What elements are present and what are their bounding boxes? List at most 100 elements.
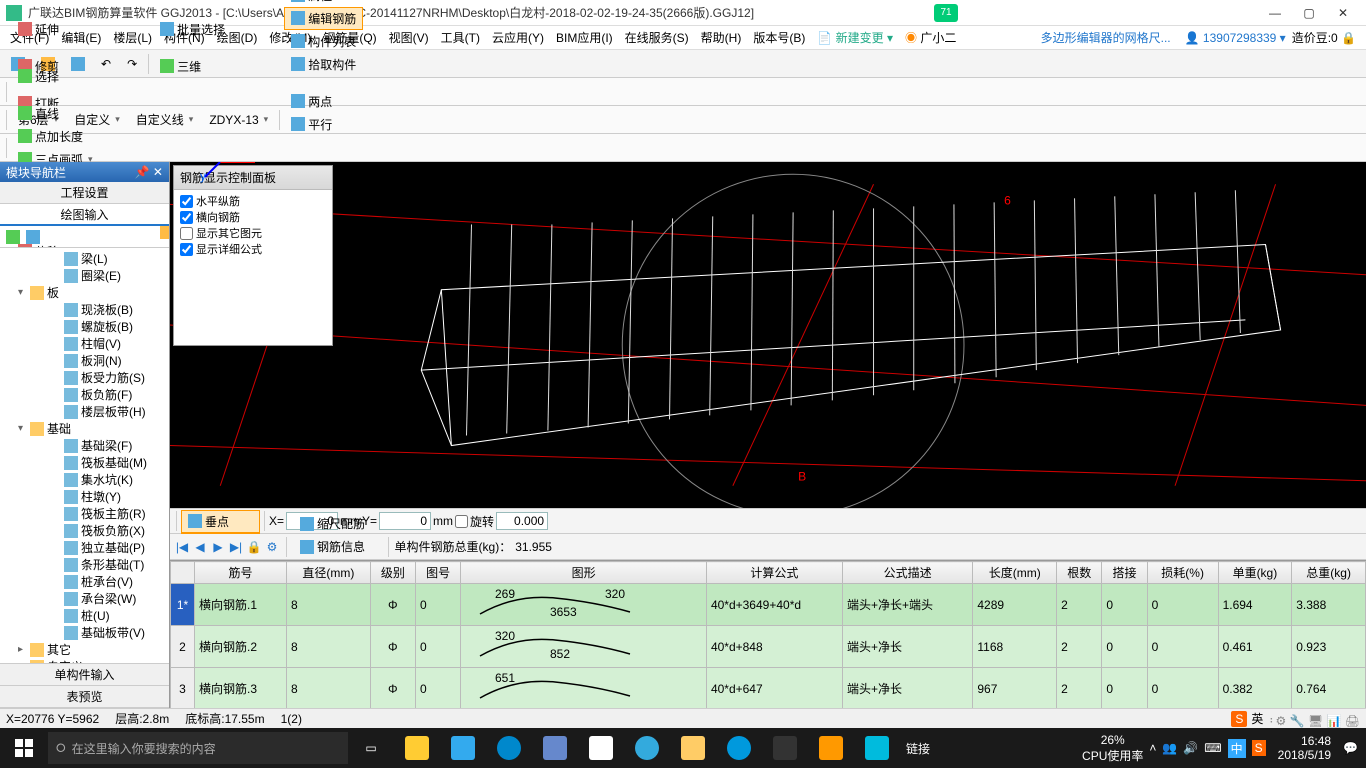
tab-drawing-input[interactable]: 绘图输入 [0, 204, 169, 226]
col-header[interactable]: 长度(mm) [973, 562, 1057, 584]
tree-icon[interactable] [26, 230, 40, 244]
tab-project-settings[interactable]: 工程设置 [0, 182, 169, 204]
tree-item[interactable]: 现浇板(B) [0, 301, 169, 318]
col-header[interactable]: 图形 [461, 562, 707, 584]
notification-badge[interactable]: 71 [934, 4, 958, 22]
nav-prev[interactable]: ◀ [192, 540, 208, 554]
menu-item[interactable]: BIM应用(I) [550, 29, 619, 47]
menu-item[interactable]: 版本号(B) [747, 29, 811, 47]
minimize-button[interactable]: — [1258, 0, 1292, 26]
tab-single-input[interactable]: 单构件输入 [0, 664, 169, 686]
tb-app[interactable] [762, 728, 808, 768]
tree-item[interactable]: 圈梁(E) [0, 267, 169, 284]
menu-item[interactable]: 帮助(H) [695, 29, 748, 47]
taskbar-search[interactable]: ⭘ 在这里输入你要搜索的内容 [48, 732, 348, 764]
toolbar-button[interactable]: 三维 [153, 55, 244, 78]
col-header[interactable]: 总重(kg) [1292, 562, 1366, 584]
col-header[interactable]: 损耗(%) [1147, 562, 1218, 584]
tree-item[interactable]: 螺旋板(B) [0, 318, 169, 335]
table-row[interactable]: 1*横向钢筋.18Φ0269365332040*d+3649+40*d端头+净长… [171, 584, 1366, 626]
ime-icon[interactable]: S [1231, 711, 1247, 727]
col-header[interactable]: 根数 [1057, 562, 1102, 584]
edit-button[interactable]: 延伸 [11, 18, 90, 41]
tree-item[interactable]: 桩承台(V) [0, 573, 169, 590]
3d-viewport[interactable]: 6 B 钢筋显示控制面板 水平纵筋 横向钢筋 显示其它图元 显示详细公式 z x… [170, 162, 1366, 508]
tray-keyboard-icon[interactable]: ⌨ [1204, 741, 1221, 755]
menu-item[interactable]: 工具(T) [435, 29, 486, 47]
tray-up-icon[interactable]: ˄ [1149, 741, 1156, 755]
tab-table-preview[interactable]: 表预览 [0, 686, 169, 708]
tree-item[interactable]: 承台梁(W) [0, 590, 169, 607]
tree-item[interactable]: 板负筋(F) [0, 386, 169, 403]
tray-clock[interactable]: 16:482018/5/19 [1272, 734, 1337, 763]
edit-button[interactable]: 旋转 [11, 0, 90, 4]
y-input[interactable] [379, 512, 431, 530]
context-button[interactable]: 两点 [284, 90, 363, 113]
toolbar-button[interactable]: 批量选择 [153, 18, 244, 41]
nav-refresh[interactable]: 🔒 [246, 540, 262, 554]
draw-button[interactable]: 选择 [11, 65, 100, 88]
col-header[interactable]: 搭接 [1102, 562, 1147, 584]
tree-item[interactable]: 筏板主筋(R) [0, 505, 169, 522]
ime-lang[interactable]: 英 [1251, 710, 1263, 727]
tb-app[interactable] [808, 728, 854, 768]
task-view-button[interactable]: ▭ [348, 728, 394, 768]
phone-display[interactable]: 👤 13907298339 ▾ [1185, 31, 1286, 45]
toolbar-button[interactable]: 查看钢筋量 [153, 0, 244, 4]
tree-icon[interactable] [6, 230, 20, 244]
nav-last[interactable]: ▶| [228, 540, 244, 554]
tree-item[interactable]: 楼层板带(H) [0, 403, 169, 420]
tb-edge[interactable] [486, 728, 532, 768]
tray-people-icon[interactable]: 👥 [1162, 741, 1177, 755]
tray-notifications-icon[interactable]: 💬 [1343, 741, 1358, 755]
action-button[interactable]: 钢筋信息 [293, 535, 382, 558]
menu-item[interactable]: 云应用(Y) [486, 29, 550, 47]
tree-item[interactable]: 条形基础(T) [0, 556, 169, 573]
tb-app[interactable] [440, 728, 486, 768]
col-header[interactable]: 计算公式 [706, 562, 842, 584]
menu-user[interactable]: ◉ 广小二 [899, 27, 962, 48]
tree-item[interactable]: 基础梁(F) [0, 437, 169, 454]
nav-first[interactable]: |◀ [174, 540, 190, 554]
tray-volume-icon[interactable]: 🔊 [1183, 741, 1198, 755]
tray-ime[interactable]: 中 [1228, 739, 1246, 758]
tray-sogou-icon[interactable]: S [1252, 740, 1266, 756]
tree-item[interactable]: 梁(L) [0, 250, 169, 267]
tree-item[interactable]: ▸其它 [0, 641, 169, 658]
col-header[interactable]: 级别 [370, 562, 415, 584]
context-button[interactable]: 编辑钢筋 [284, 7, 363, 30]
col-header[interactable]: 图号 [415, 562, 460, 584]
tree-item[interactable]: 基础板带(V) [0, 624, 169, 641]
start-button[interactable] [0, 728, 48, 768]
nav-next[interactable]: ▶ [210, 540, 226, 554]
context-button[interactable]: 构件列表 [284, 30, 363, 53]
rotate-checkbox[interactable] [455, 515, 468, 528]
menu-item[interactable]: 楼层(L) [107, 29, 158, 47]
draw-button[interactable]: 直线 [11, 102, 100, 125]
tree-item[interactable]: 柱墩(Y) [0, 488, 169, 505]
tb-link[interactable]: 链接 [906, 740, 930, 757]
col-header[interactable]: 公式描述 [842, 562, 972, 584]
tb-store[interactable] [578, 728, 624, 768]
tb-ie[interactable] [624, 728, 670, 768]
tb-app[interactable] [394, 728, 440, 768]
col-header[interactable]: 筋号 [195, 562, 287, 584]
snap-button[interactable]: 垂点 [181, 510, 260, 533]
tb-ggj[interactable] [854, 728, 900, 768]
code-select[interactable]: ZDYX-13 [202, 110, 275, 130]
menu-item[interactable]: 在线服务(S) [619, 29, 695, 47]
nav-settings[interactable]: ⚙ [264, 540, 280, 554]
close-button[interactable]: ✕ [1326, 0, 1360, 26]
menu-new-change[interactable]: 📄 新建变更 ▾ [811, 27, 899, 48]
tb-app[interactable] [716, 728, 762, 768]
menu-item[interactable]: 视图(V) [383, 29, 435, 47]
tree-item[interactable]: ▾板 [0, 284, 169, 301]
context-button[interactable]: 拾取构件 [284, 53, 363, 76]
tree-item[interactable]: ▾基础 [0, 420, 169, 437]
context-button[interactable]: 平行 [284, 113, 363, 136]
coin-display[interactable]: 造价豆:0 🔒 [1286, 27, 1362, 48]
col-header[interactable]: 单重(kg) [1218, 562, 1292, 584]
tree-item[interactable]: 集水坑(K) [0, 471, 169, 488]
table-row[interactable]: 3横向钢筋.38Φ065140*d+647端头+净长9672000.3820.7… [171, 668, 1366, 709]
rebar-table-wrap[interactable]: 筋号直径(mm)级别图号图形计算公式公式描述长度(mm)根数搭接损耗(%)单重(… [170, 560, 1366, 708]
